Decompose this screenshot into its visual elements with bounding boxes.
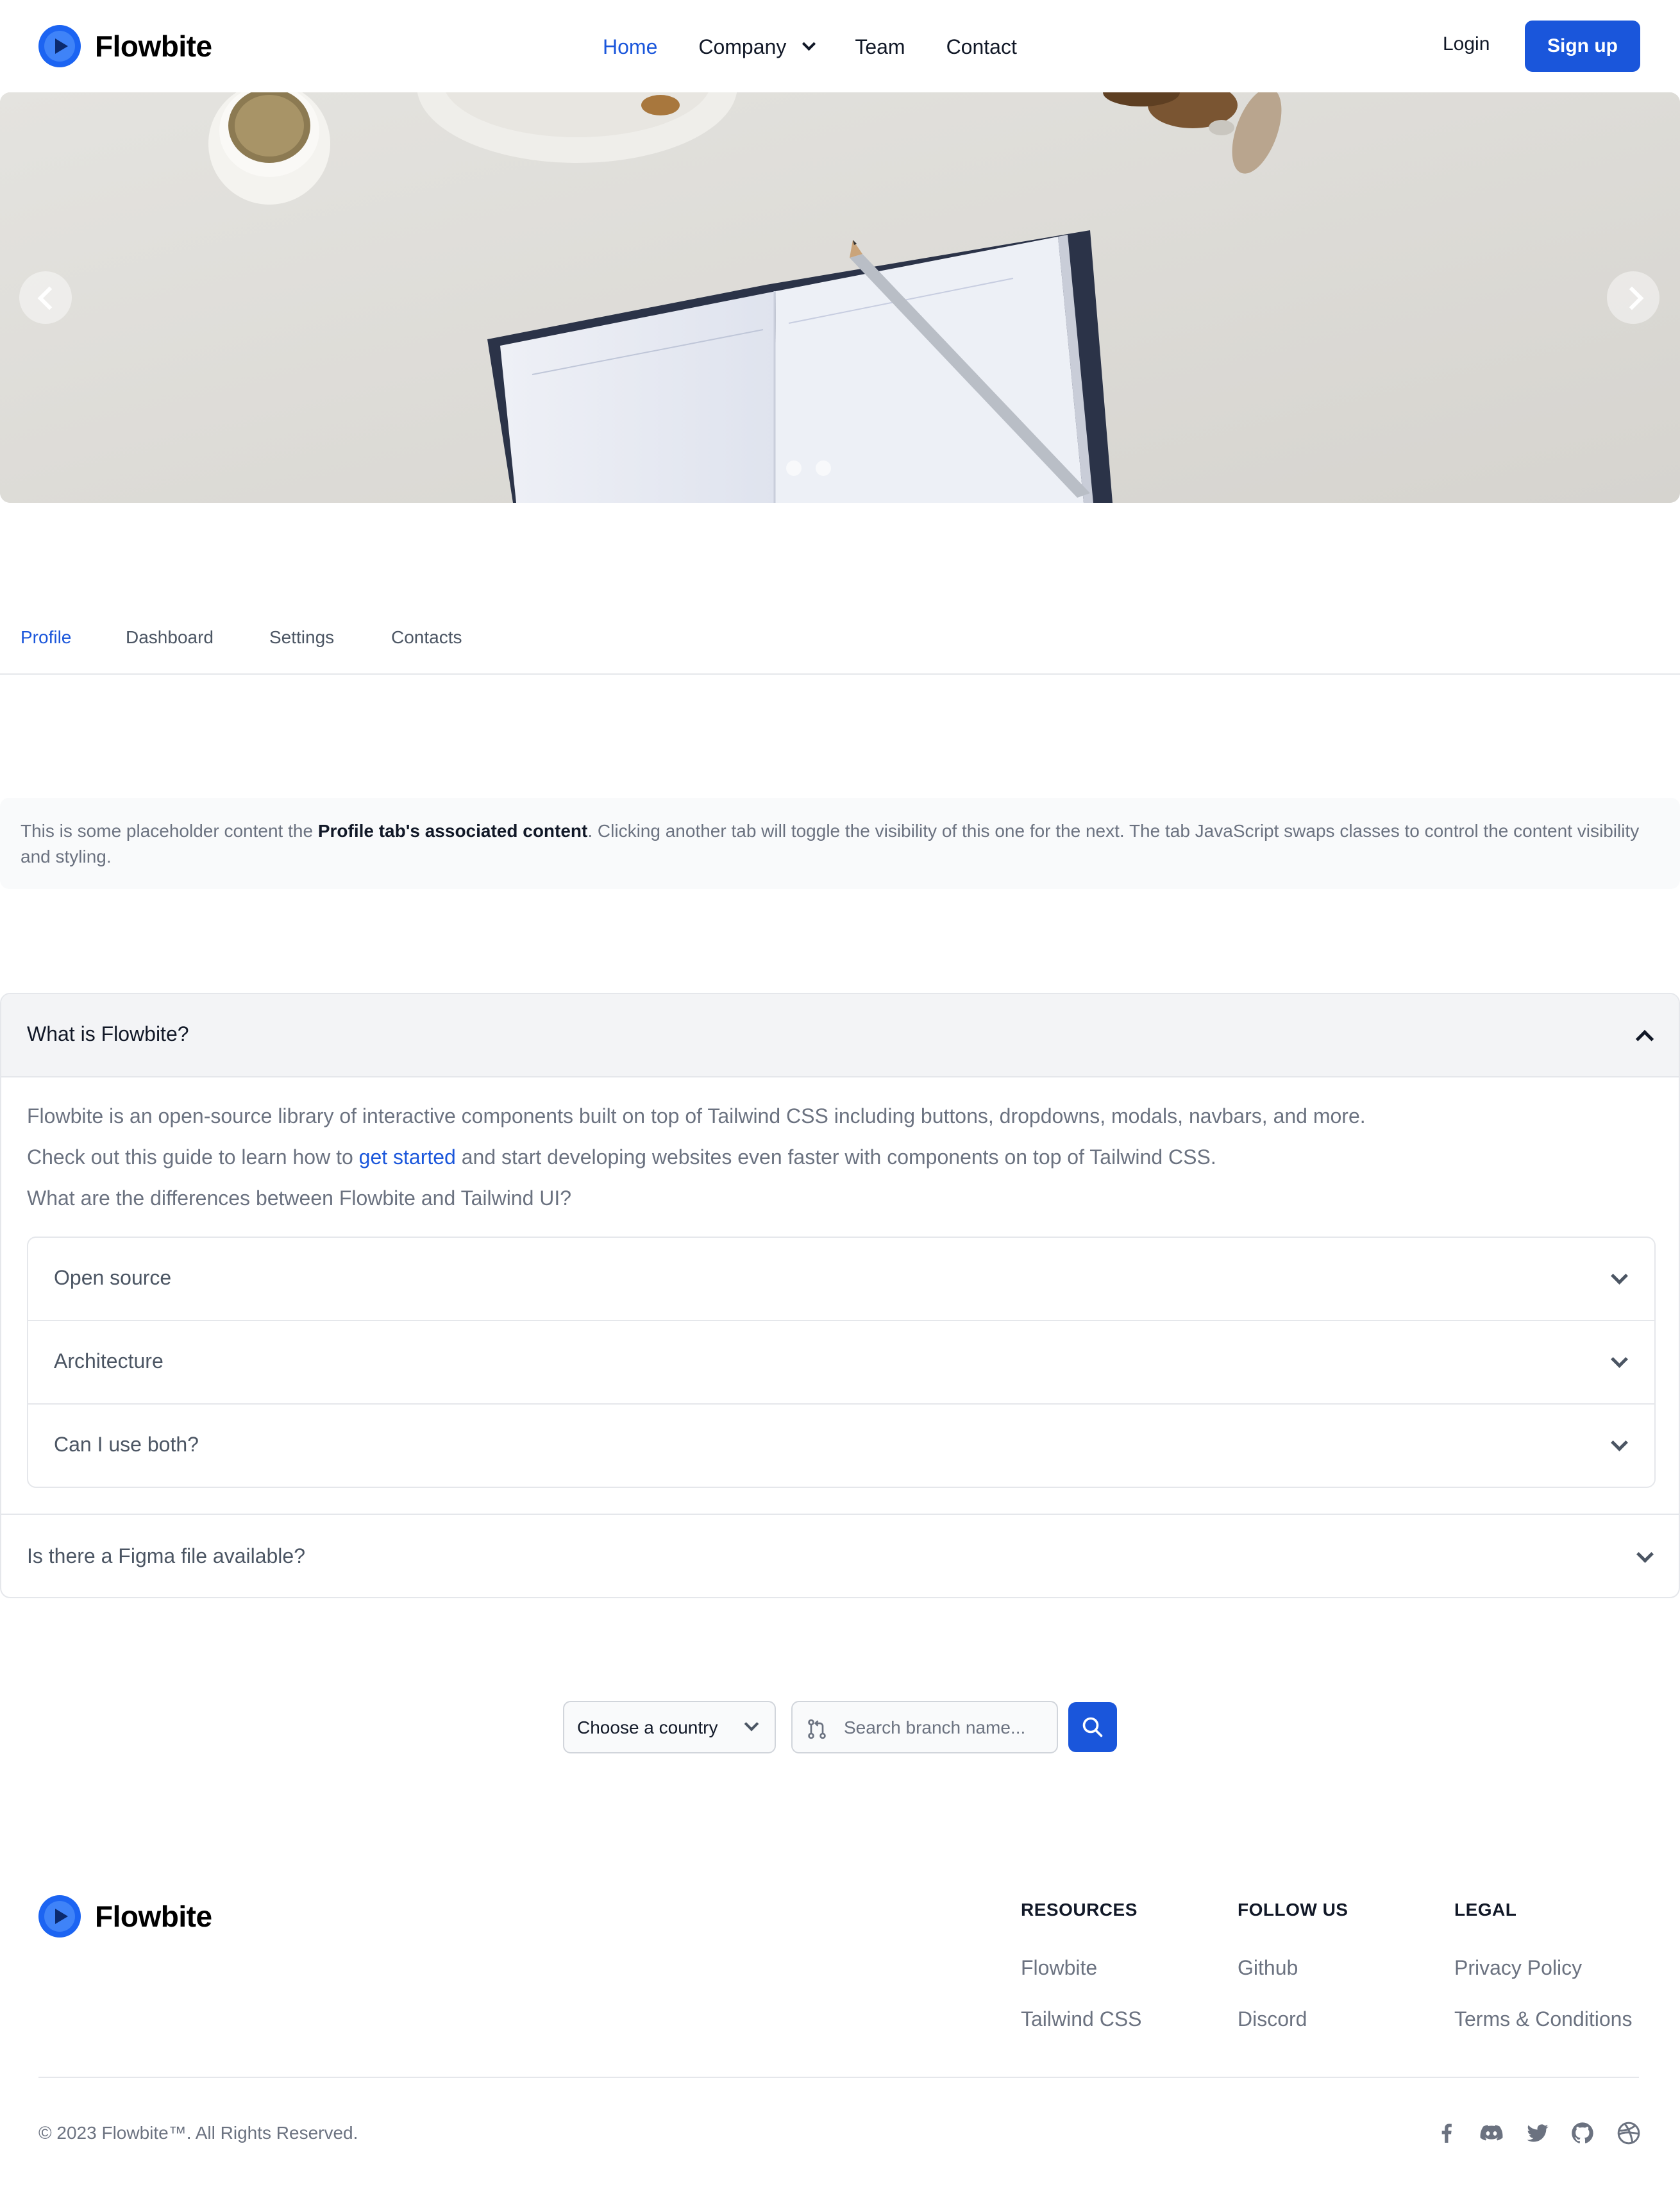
discord-icon[interactable]	[1479, 2120, 1504, 2146]
nested-accordion-label: Open source	[54, 1266, 172, 1289]
footer-link-tailwind[interactable]: Tailwind CSS	[1021, 2007, 1142, 2031]
chevron-down-icon	[802, 37, 816, 51]
footer-column-title: LEGAL	[1454, 1900, 1517, 1920]
footer-link-flowbite[interactable]: Flowbite	[1021, 1956, 1097, 1980]
accordion-body-paragraph-1: Flowbite is an open-source library of in…	[27, 1104, 1366, 1127]
dribbble-icon[interactable]	[1616, 2120, 1642, 2146]
accordion-heading-figma[interactable]: Is there a Figma file available?	[1, 1514, 1679, 1597]
nested-accordion-label: Architecture	[54, 1349, 164, 1372]
footer-link-terms[interactable]: Terms & Conditions	[1454, 2007, 1632, 2031]
search-button[interactable]	[1068, 1702, 1117, 1752]
footer-link-discord[interactable]: Discord	[1238, 2007, 1307, 2031]
accordion-body: Flowbite is an open-source library of in…	[27, 1103, 1656, 1226]
chevron-down-icon	[1611, 1434, 1628, 1451]
accordion-body-text: Check out this guide to learn how to	[27, 1145, 359, 1169]
accordion-body-paragraph-2: Check out this guide to learn how to get…	[27, 1144, 1656, 1185]
carousel-slide-image	[0, 92, 1680, 503]
tab-panel-profile: This is some placeholder content the Pro…	[0, 798, 1680, 889]
footer-brand-name: Flowbite	[95, 1900, 212, 1933]
footer-column-title: RESOURCES	[1021, 1900, 1138, 1920]
footer-link-github[interactable]: Github	[1238, 1956, 1298, 1980]
footer-link-privacy-policy[interactable]: Privacy Policy	[1454, 1956, 1582, 1980]
footer-column-follow-us: FOLLOW US Github Discord	[1238, 1900, 1348, 2031]
search-icon	[1082, 1717, 1103, 1737]
nested-accordion-label: Can I use both?	[54, 1433, 199, 1456]
facebook-icon[interactable]	[1434, 2120, 1459, 2146]
chevron-down-icon	[1611, 1351, 1628, 1368]
chevron-down-icon	[744, 1716, 759, 1732]
nav-link-contact[interactable]: Contact	[946, 35, 1017, 59]
github-icon[interactable]	[1570, 2120, 1595, 2146]
chevron-up-icon	[1635, 1029, 1654, 1049]
tab-settings[interactable]: Settings	[269, 627, 334, 673]
nested-accordion: Open source Architecture Can I use both?	[27, 1237, 1656, 1488]
tab-panel-strong: Profile tab's associated content	[317, 821, 588, 841]
login-link[interactable]: Login	[1443, 33, 1490, 55]
get-started-link[interactable]: get started	[359, 1145, 456, 1169]
carousel-indicator-1[interactable]	[786, 460, 802, 476]
brand-name: Flowbite	[95, 30, 212, 63]
accordion-body-paragraph-3: What are the differences between Flowbit…	[27, 1186, 572, 1210]
accordion-heading-what-is-flowbite[interactable]: What is Flowbite?	[1, 994, 1679, 1077]
nav-link-team[interactable]: Team	[855, 35, 905, 59]
tab-list: Profile Dashboard Settings Contacts	[0, 609, 1680, 675]
faq-accordion: What is Flowbite? Flowbite is an open-so…	[0, 993, 1680, 1598]
nav-link-home[interactable]: Home	[603, 35, 657, 59]
footer-brand-link[interactable]: Flowbite	[38, 1895, 212, 1938]
country-select[interactable]: Choose a country	[563, 1701, 776, 1753]
nested-accordion-architecture[interactable]: Architecture	[28, 1321, 1654, 1405]
chevron-down-icon	[1611, 1267, 1628, 1285]
accordion-body-text: and start developing websites even faste…	[455, 1145, 1216, 1169]
signup-button[interactable]: Sign up	[1525, 21, 1640, 72]
image-carousel	[0, 92, 1680, 503]
brand-link[interactable]: Flowbite	[38, 24, 212, 68]
flowbite-logo-icon	[38, 25, 81, 67]
tab-panel-text-start: This is some placeholder content the	[21, 821, 318, 841]
carousel-prev-button[interactable]	[19, 271, 72, 324]
navbar: Flowbite Home Company Team Contact Login…	[0, 0, 1680, 92]
footer-column-title: FOLLOW US	[1238, 1900, 1348, 1920]
carousel-indicator-2[interactable]	[816, 460, 831, 476]
twitter-icon[interactable]	[1525, 2120, 1550, 2146]
footer-column-resources: RESOURCES Flowbite Tailwind CSS	[1021, 1900, 1142, 2031]
accordion-heading-label: What is Flowbite?	[27, 1022, 189, 1045]
footer-divider	[38, 2077, 1639, 2078]
git-branch-icon	[808, 1719, 826, 1739]
branch-search-field[interactable]	[791, 1701, 1058, 1753]
chevron-down-icon	[1636, 1546, 1654, 1563]
main-nav: Home Company Team Contact	[603, 32, 1058, 62]
tab-contacts[interactable]: Contacts	[391, 627, 462, 673]
nested-accordion-open-source[interactable]: Open source	[28, 1238, 1654, 1321]
tab-dashboard[interactable]: Dashboard	[126, 627, 214, 673]
flowbite-logo-icon	[38, 1895, 81, 1938]
nav-link-company-label: Company	[698, 35, 787, 58]
accordion-heading-label: Is there a Figma file available?	[27, 1544, 305, 1567]
copyright-text: © 2023 Flowbite™. All Rights Reserved.	[38, 2123, 358, 2143]
branch-search-input[interactable]	[844, 1715, 1049, 1741]
country-select-label: Choose a country	[577, 1718, 718, 1737]
nav-link-company[interactable]: Company	[698, 35, 816, 59]
carousel-next-button[interactable]	[1607, 271, 1659, 324]
footer-column-legal: LEGAL Privacy Policy Terms & Conditions	[1454, 1900, 1632, 2031]
nested-accordion-can-i-use-both[interactable]: Can I use both?	[28, 1405, 1654, 1488]
tab-profile[interactable]: Profile	[21, 627, 71, 673]
